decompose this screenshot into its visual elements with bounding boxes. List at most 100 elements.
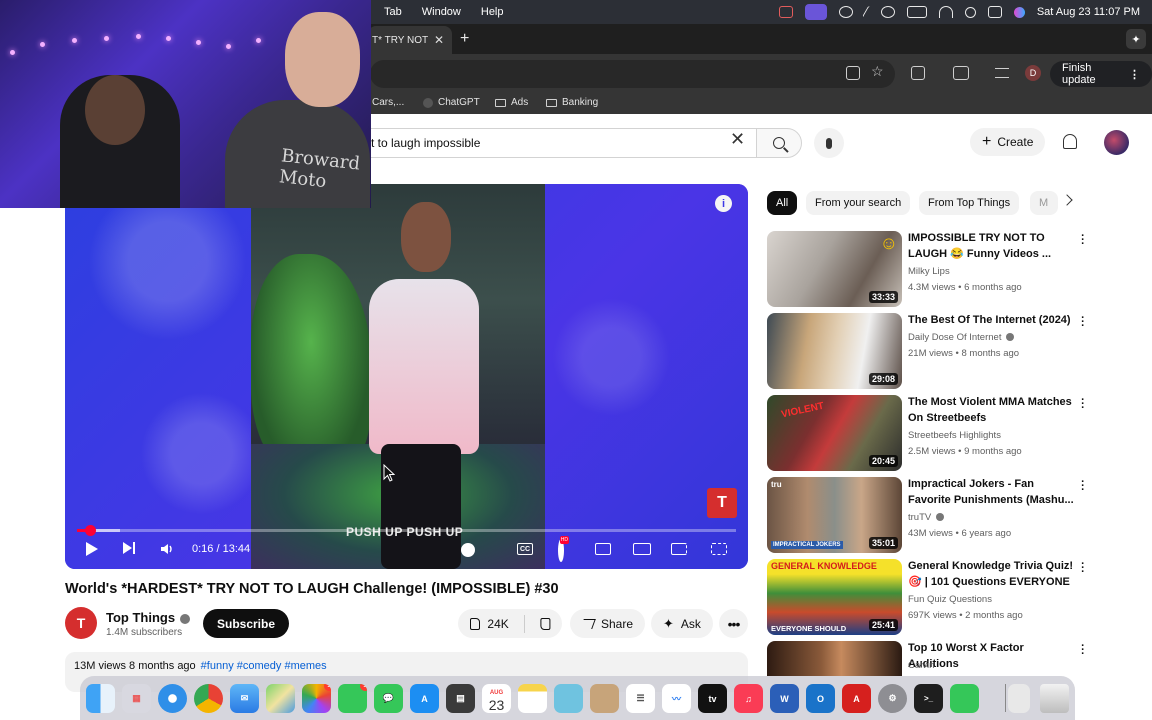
notifications-bell-icon[interactable] [1063,134,1077,149]
photos-icon[interactable]: 1 [302,684,331,713]
menu-tab[interactable]: Tab [384,6,402,18]
volume-icon[interactable] [160,542,174,556]
contacts-icon[interactable] [590,684,619,713]
status-app-icon[interactable] [778,6,793,18]
install-app-icon[interactable] [846,66,860,80]
chip-from-your-search[interactable]: From your search [806,191,911,215]
play-icon[interactable] [86,542,98,556]
account-avatar[interactable] [1104,130,1129,155]
launchpad-icon[interactable]: ▦ [122,684,151,713]
recommendation-title[interactable]: General Knowledge Trivia Quiz! 🎯 | 101 Q… [908,559,1076,590]
kebab-menu-icon[interactable]: · · · [1079,395,1087,414]
recommendation-channel[interactable]: Milky Lips [908,266,950,277]
bookmark-cars[interactable]: Cars,... [372,97,404,108]
bookmark-chatgpt[interactable]: ChatGPT [423,97,480,108]
maps-icon[interactable] [266,684,295,713]
mail-icon[interactable]: ✉ [230,684,259,713]
video-thumbnail[interactable]: GENERAL KNOWLEDGE EVERYONE SHOULD 25:41 [767,559,902,635]
channel-avatar[interactable]: T [65,607,97,639]
recommendation-channel[interactable]: Calvin [908,660,934,671]
recommendation-item[interactable]: Top 10 Worst X Factor Auditions Calvin ·… [767,641,1097,676]
info-icon[interactable]: i [715,195,732,212]
facetime-icon[interactable]: 1 [338,684,367,713]
reminders-icon[interactable]: ☰ [626,684,655,713]
subscribe-button[interactable]: Subscribe [203,609,290,638]
chip-more[interactable]: M [1030,191,1058,215]
address-bar[interactable] [370,60,895,88]
video-thumbnail[interactable] [767,641,902,676]
terminal-icon[interactable]: >_ [914,684,943,713]
recommendation-item[interactable]: GENERAL KNOWLEDGE EVERYONE SHOULD 25:41 … [767,559,1097,635]
recommendation-channel[interactable]: Streetbeefs Highlights [908,430,1001,441]
kebab-menu-icon[interactable]: · · · [1079,559,1087,578]
cast-icon[interactable] [671,543,687,555]
menu-window[interactable]: Window [422,6,461,18]
fullscreen-icon[interactable] [711,543,727,555]
more-actions-icon[interactable]: ••• [719,609,748,638]
kebab-menu-icon[interactable]: · · · [1079,641,1087,660]
preview-icon[interactable] [554,684,583,713]
hashtags[interactable]: #funny #comedy #memes [201,660,327,672]
scrubber-handle[interactable] [84,525,96,536]
reading-list-icon[interactable] [995,68,1009,78]
channel-watermark-logo[interactable]: T [707,488,737,518]
word-icon[interactable]: W [770,684,799,713]
safari-icon[interactable] [158,684,187,713]
recommendation-title[interactable]: The Best Of The Internet (2024) [908,313,1076,329]
spotlight-search-icon[interactable] [964,6,976,18]
recommendation-channel[interactable]: Fun Quiz Questions [908,594,992,605]
bookmark-star-icon[interactable]: ☆ [871,63,884,80]
acrobat-icon[interactable]: A [842,684,871,713]
thumbs-down-icon[interactable] [539,617,551,630]
messages-icon[interactable]: 💬 [374,684,403,713]
miniplayer-icon[interactable] [595,543,611,555]
music-icon[interactable]: ♫ [734,684,763,713]
pen-icon[interactable] [862,5,872,19]
gemini-sparkle-icon[interactable]: ✦ [1126,29,1146,49]
recommendation-item[interactable]: VIOLENT 20:45 The Most Violent MMA Match… [767,395,1097,471]
recommendation-channel[interactable]: truTV [908,512,945,523]
kebab-menu-icon[interactable]: · · · [1079,313,1087,332]
chatgpt-app-icon[interactable] [950,684,979,713]
play-status-icon[interactable] [880,6,895,18]
control-center-icon[interactable] [987,6,1002,18]
progress-bar[interactable] [77,525,736,536]
calendar-icon[interactable]: AUG 23 [482,684,511,713]
thumbs-up-icon[interactable] [470,617,481,630]
video-thumbnail[interactable]: tru IMPRACTICAL JOKERS 35:01 [767,477,902,553]
extensions-puzzle-icon[interactable] [911,66,925,80]
kebab-menu-icon[interactable]: ⋮ [1129,68,1140,81]
finish-update-button[interactable]: Finish update ⋮ [1050,61,1152,87]
video-thumbnail[interactable]: 29:08 [767,313,902,389]
kebab-menu-icon[interactable]: · · · [1079,231,1087,250]
recommendation-item[interactable]: tru IMPRACTICAL JOKERS 35:01 Impractical… [767,477,1097,553]
recommendation-title[interactable]: Impractical Jokers - Fan Favorite Punish… [908,477,1076,508]
downloads-stack-icon[interactable] [1008,684,1030,713]
wifi-icon[interactable] [938,6,953,18]
recommendation-item[interactable]: ☺ 33:33 IMPOSSIBLE TRY NOT TO LAUGH 😂 Fu… [767,231,1097,307]
theater-mode-icon[interactable] [633,543,651,555]
clear-search-icon[interactable]: ✕ [730,130,745,148]
like-count[interactable]: 24K [487,617,508,631]
video-thumbnail[interactable]: ☺ 33:33 [767,231,902,307]
ask-button[interactable]: ✦ Ask [651,609,713,638]
outlook-icon[interactable]: O [806,684,835,713]
apple-tv-icon[interactable]: tv [698,684,727,713]
chip-all[interactable]: All [767,191,798,215]
recommendation-channel[interactable]: Daily Dose Of Internet [908,332,1015,343]
bookmark-ads[interactable]: Ads [495,97,528,108]
browser-tab-active[interactable]: T* TRY NOT ✕ [368,26,452,54]
trash-icon[interactable] [1040,684,1069,713]
new-tab-icon[interactable]: + [460,30,469,48]
subtitles-cc-icon[interactable]: CC [517,543,533,555]
create-button[interactable]: + Create [970,128,1046,156]
freeform-icon[interactable]: 〰 [662,684,691,713]
notes-icon[interactable] [518,684,547,713]
bookmark-banking[interactable]: Banking [546,97,598,108]
video-player[interactable]: PUSH UP PUSH UP i T 0:16 / 13:44 CC HD [65,184,748,569]
channel-name[interactable]: Top Things [106,610,191,625]
chrome-profile-avatar[interactable]: D [1025,65,1041,81]
recommendation-title[interactable]: IMPOSSIBLE TRY NOT TO LAUGH 😂 Funny Vide… [908,231,1076,262]
siri-icon[interactable] [1013,6,1025,18]
system-settings-icon[interactable]: ⚙ [878,684,907,713]
